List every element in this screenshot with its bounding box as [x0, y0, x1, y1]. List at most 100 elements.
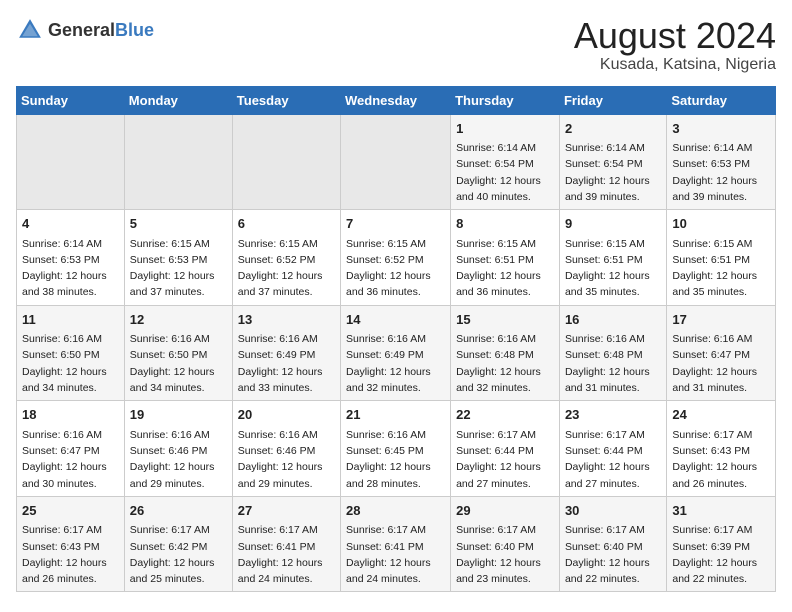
weekday-header: Sunday: [17, 86, 125, 114]
calendar-cell: 5Sunrise: 6:15 AM Sunset: 6:53 PM Daylig…: [124, 210, 232, 306]
day-info: Sunrise: 6:14 AM Sunset: 6:54 PM Dayligh…: [456, 140, 554, 205]
day-info: Sunrise: 6:15 AM Sunset: 6:52 PM Dayligh…: [238, 236, 335, 301]
page-header: GeneralBlue August 2024 Kusada, Katsina,…: [16, 16, 776, 74]
day-number: 19: [130, 405, 227, 425]
calendar-header: SundayMondayTuesdayWednesdayThursdayFrid…: [17, 86, 776, 114]
day-number: 3: [672, 119, 770, 139]
day-info: Sunrise: 6:16 AM Sunset: 6:47 PM Dayligh…: [672, 331, 770, 396]
day-number: 24: [672, 405, 770, 425]
weekday-row: SundayMondayTuesdayWednesdayThursdayFrid…: [17, 86, 776, 114]
weekday-header: Monday: [124, 86, 232, 114]
calendar-cell: 30Sunrise: 6:17 AM Sunset: 6:40 PM Dayli…: [559, 496, 666, 592]
day-number: 10: [672, 214, 770, 234]
calendar-cell: 7Sunrise: 6:15 AM Sunset: 6:52 PM Daylig…: [341, 210, 451, 306]
day-info: Sunrise: 6:15 AM Sunset: 6:53 PM Dayligh…: [130, 236, 227, 301]
calendar-cell: 23Sunrise: 6:17 AM Sunset: 6:44 PM Dayli…: [559, 401, 666, 497]
calendar-cell: 12Sunrise: 6:16 AM Sunset: 6:50 PM Dayli…: [124, 305, 232, 401]
calendar-cell: 9Sunrise: 6:15 AM Sunset: 6:51 PM Daylig…: [559, 210, 666, 306]
logo-text: GeneralBlue: [48, 20, 154, 41]
calendar-body: 1Sunrise: 6:14 AM Sunset: 6:54 PM Daylig…: [17, 114, 776, 592]
logo-blue: Blue: [115, 20, 154, 40]
day-info: Sunrise: 6:17 AM Sunset: 6:43 PM Dayligh…: [672, 427, 770, 492]
weekday-header: Saturday: [667, 86, 776, 114]
weekday-header: Thursday: [451, 86, 560, 114]
calendar-cell: 14Sunrise: 6:16 AM Sunset: 6:49 PM Dayli…: [341, 305, 451, 401]
calendar-cell: 31Sunrise: 6:17 AM Sunset: 6:39 PM Dayli…: [667, 496, 776, 592]
calendar-week-row: 1Sunrise: 6:14 AM Sunset: 6:54 PM Daylig…: [17, 114, 776, 210]
day-info: Sunrise: 6:14 AM Sunset: 6:53 PM Dayligh…: [22, 236, 119, 301]
day-info: Sunrise: 6:17 AM Sunset: 6:44 PM Dayligh…: [565, 427, 661, 492]
day-info: Sunrise: 6:15 AM Sunset: 6:52 PM Dayligh…: [346, 236, 445, 301]
weekday-header: Wednesday: [341, 86, 451, 114]
calendar-cell: 1Sunrise: 6:14 AM Sunset: 6:54 PM Daylig…: [451, 114, 560, 210]
day-info: Sunrise: 6:17 AM Sunset: 6:43 PM Dayligh…: [22, 522, 119, 587]
calendar-cell: 17Sunrise: 6:16 AM Sunset: 6:47 PM Dayli…: [667, 305, 776, 401]
day-number: 2: [565, 119, 661, 139]
calendar-cell: 8Sunrise: 6:15 AM Sunset: 6:51 PM Daylig…: [451, 210, 560, 306]
day-info: Sunrise: 6:16 AM Sunset: 6:46 PM Dayligh…: [130, 427, 227, 492]
day-number: 17: [672, 310, 770, 330]
day-number: 29: [456, 501, 554, 521]
day-info: Sunrise: 6:16 AM Sunset: 6:48 PM Dayligh…: [456, 331, 554, 396]
day-info: Sunrise: 6:15 AM Sunset: 6:51 PM Dayligh…: [456, 236, 554, 301]
day-info: Sunrise: 6:14 AM Sunset: 6:54 PM Dayligh…: [565, 140, 661, 205]
day-info: Sunrise: 6:17 AM Sunset: 6:44 PM Dayligh…: [456, 427, 554, 492]
day-number: 13: [238, 310, 335, 330]
logo: GeneralBlue: [16, 16, 154, 44]
day-number: 18: [22, 405, 119, 425]
calendar-week-row: 11 Sunrise: 6:16 AM Sunset: 6:50 PM Dayli…: [17, 305, 776, 401]
day-number: 14: [346, 310, 445, 330]
calendar-cell: 27Sunrise: 6:17 AM Sunset: 6:41 PM Dayli…: [232, 496, 340, 592]
day-number: 20: [238, 405, 335, 425]
day-number: 8: [456, 214, 554, 234]
weekday-header: Tuesday: [232, 86, 340, 114]
calendar-cell: 28Sunrise: 6:17 AM Sunset: 6:41 PM Dayli…: [341, 496, 451, 592]
calendar-table: SundayMondayTuesdayWednesdayThursdayFrid…: [16, 86, 776, 593]
calendar-cell: [17, 114, 125, 210]
day-number: 5: [130, 214, 227, 234]
calendar-cell: 13Sunrise: 6:16 AM Sunset: 6:49 PM Dayli…: [232, 305, 340, 401]
title-block: August 2024 Kusada, Katsina, Nigeria: [574, 16, 776, 74]
day-info: Sunrise: 6:16 AM Sunset: 6:49 PM Dayligh…: [346, 331, 445, 396]
day-number: 11: [22, 310, 119, 330]
day-number: 22: [456, 405, 554, 425]
calendar-cell: 21Sunrise: 6:16 AM Sunset: 6:45 PM Dayli…: [341, 401, 451, 497]
calendar-cell: 16Sunrise: 6:16 AM Sunset: 6:48 PM Dayli…: [559, 305, 666, 401]
calendar-cell: 22Sunrise: 6:17 AM Sunset: 6:44 PM Dayli…: [451, 401, 560, 497]
day-info: Sunrise: 6:16 AM Sunset: 6:46 PM Dayligh…: [238, 427, 335, 492]
calendar-cell: 26Sunrise: 6:17 AM Sunset: 6:42 PM Dayli…: [124, 496, 232, 592]
calendar-cell: 29Sunrise: 6:17 AM Sunset: 6:40 PM Dayli…: [451, 496, 560, 592]
calendar-week-row: 25Sunrise: 6:17 AM Sunset: 6:43 PM Dayli…: [17, 496, 776, 592]
calendar-cell: 24Sunrise: 6:17 AM Sunset: 6:43 PM Dayli…: [667, 401, 776, 497]
day-number: 21: [346, 405, 445, 425]
calendar-cell: 2Sunrise: 6:14 AM Sunset: 6:54 PM Daylig…: [559, 114, 666, 210]
calendar-cell: 18Sunrise: 6:16 AM Sunset: 6:47 PM Dayli…: [17, 401, 125, 497]
month-year: August 2024: [574, 16, 776, 56]
day-info: Sunrise: 6:16 AM Sunset: 6:47 PM Dayligh…: [22, 427, 119, 492]
day-info: Sunrise: 6:14 AM Sunset: 6:53 PM Dayligh…: [672, 140, 770, 205]
calendar-week-row: 4Sunrise: 6:14 AM Sunset: 6:53 PM Daylig…: [17, 210, 776, 306]
calendar-cell: 19Sunrise: 6:16 AM Sunset: 6:46 PM Dayli…: [124, 401, 232, 497]
day-info: Sunrise: 6:17 AM Sunset: 6:39 PM Dayligh…: [672, 522, 770, 587]
calendar-cell: 15Sunrise: 6:16 AM Sunset: 6:48 PM Dayli…: [451, 305, 560, 401]
day-number: 1: [456, 119, 554, 139]
day-number: 27: [238, 501, 335, 521]
calendar-cell: 4Sunrise: 6:14 AM Sunset: 6:53 PM Daylig…: [17, 210, 125, 306]
logo-general: General: [48, 20, 115, 40]
calendar-cell: [341, 114, 451, 210]
day-number: 6: [238, 214, 335, 234]
weekday-header: Friday: [559, 86, 666, 114]
day-info: Sunrise: 6:17 AM Sunset: 6:40 PM Dayligh…: [456, 522, 554, 587]
day-info: Sunrise: 6:16 AM Sunset: 6:49 PM Dayligh…: [238, 331, 335, 396]
day-info: Sunrise: 6:15 AM Sunset: 6:51 PM Dayligh…: [672, 236, 770, 301]
calendar-cell: [232, 114, 340, 210]
location: Kusada, Katsina, Nigeria: [574, 56, 776, 74]
calendar-cell: 25Sunrise: 6:17 AM Sunset: 6:43 PM Dayli…: [17, 496, 125, 592]
day-number: 9: [565, 214, 661, 234]
day-number: 25: [22, 501, 119, 521]
day-info: Sunrise: 6:16 AM Sunset: 6:50 PM Dayligh…: [130, 331, 227, 396]
day-number: 30: [565, 501, 661, 521]
day-number: 28: [346, 501, 445, 521]
calendar-cell: 20Sunrise: 6:16 AM Sunset: 6:46 PM Dayli…: [232, 401, 340, 497]
day-info: Sunrise: 6:17 AM Sunset: 6:41 PM Dayligh…: [238, 522, 335, 587]
